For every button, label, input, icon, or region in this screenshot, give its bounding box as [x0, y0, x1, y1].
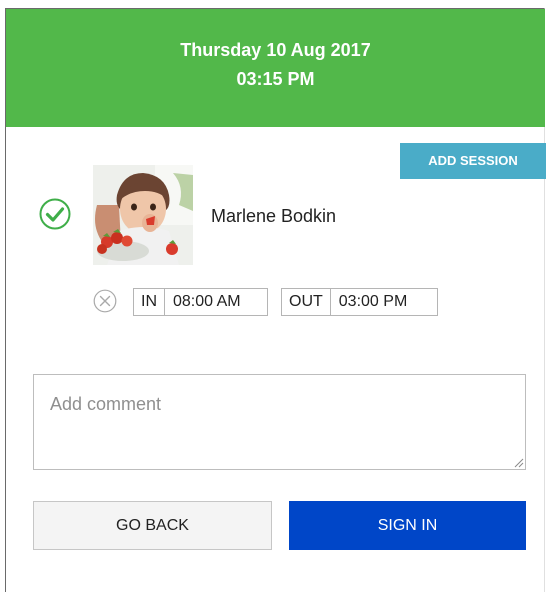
child-name: Marlene Bodkin	[211, 206, 337, 226]
header-date: Thursday 10 Aug 2017	[180, 40, 371, 60]
close-circle-icon[interactable]	[93, 289, 117, 313]
comment-input[interactable]	[33, 374, 526, 470]
in-time-field[interactable]: IN 08:00 AM	[133, 288, 268, 316]
go-back-button[interactable]: GO BACK	[33, 501, 272, 550]
header-time: 03:15 PM	[236, 69, 315, 89]
out-time-field[interactable]: OUT 03:00 PM	[281, 288, 438, 316]
date-time-header: Thursday 10 Aug 2017 03:15 PM	[6, 9, 545, 127]
in-label: IN	[134, 289, 165, 315]
out-time-value[interactable]: 03:00 PM	[331, 289, 415, 315]
check-circle-icon[interactable]	[38, 197, 72, 231]
sign-in-panel: Thursday 10 Aug 2017 03:15 PM ADD SESSIO…	[5, 8, 546, 592]
out-label: OUT	[282, 289, 331, 315]
add-session-button[interactable]: ADD SESSION	[400, 143, 546, 179]
sign-in-button[interactable]: SIGN IN	[289, 501, 526, 550]
child-avatar	[93, 165, 193, 265]
in-time-value[interactable]: 08:00 AM	[165, 289, 249, 315]
